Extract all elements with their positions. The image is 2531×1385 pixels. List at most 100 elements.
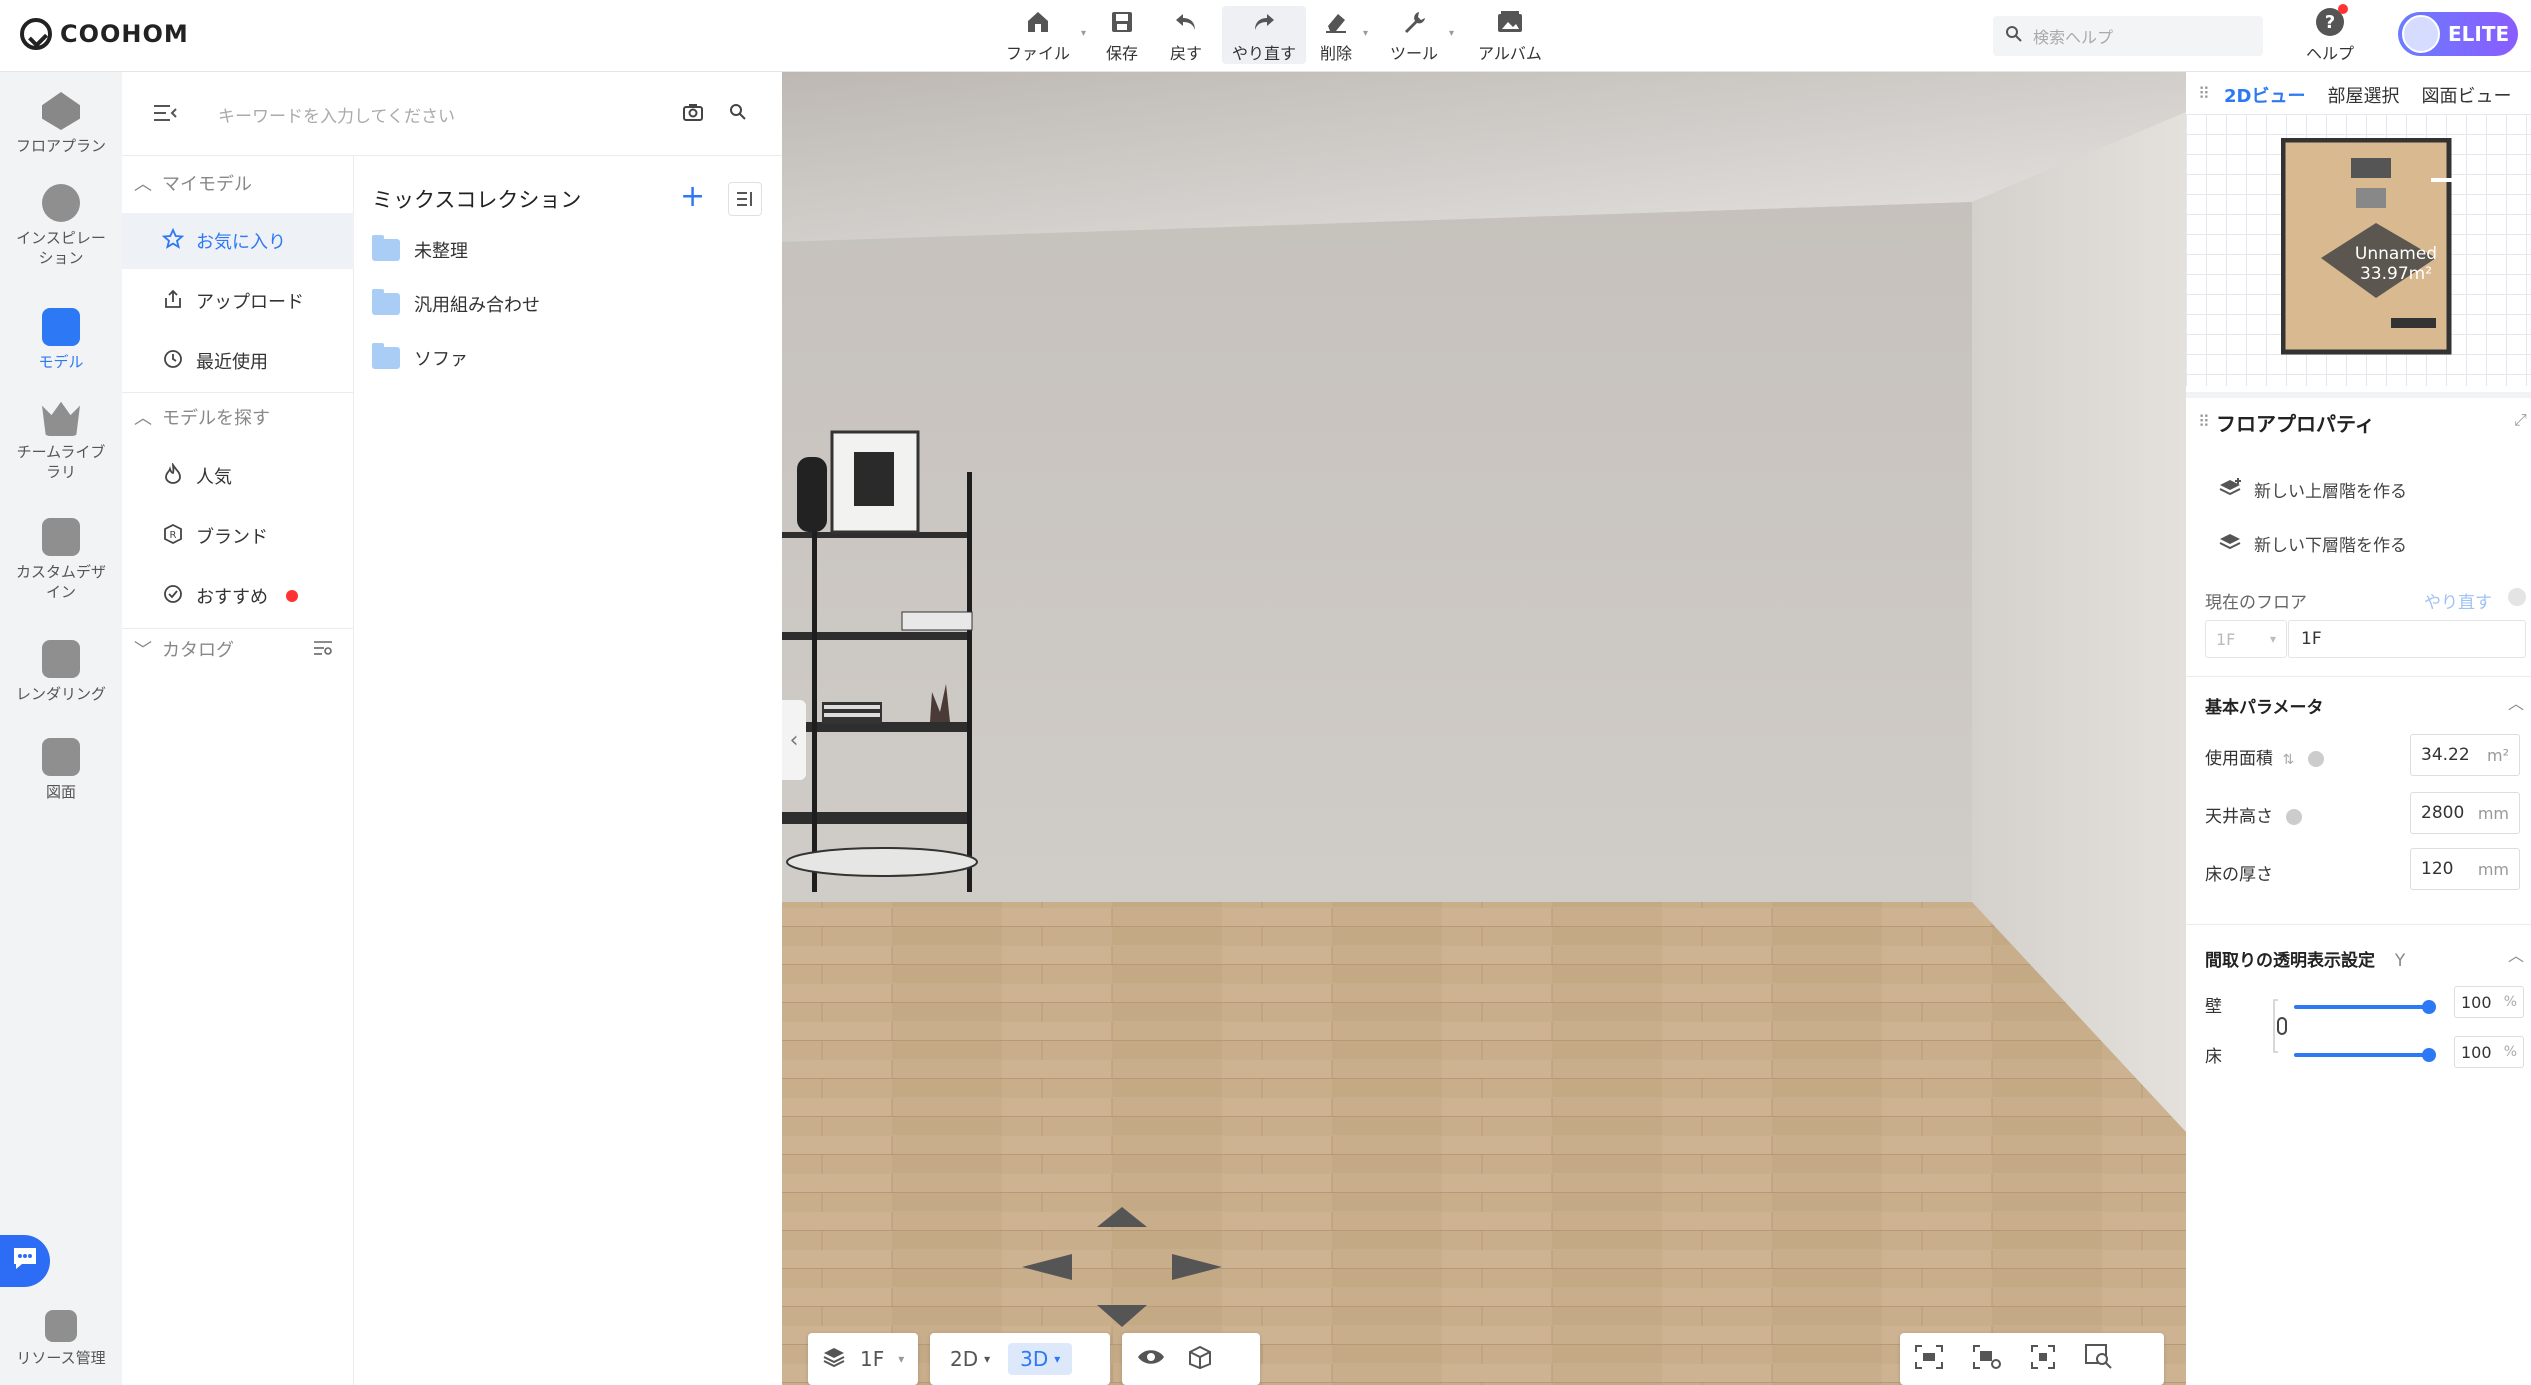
floor-selector[interactable]: 1F ▾: [808, 1333, 918, 1385]
mode-2d-button[interactable]: 2D ▾: [938, 1343, 1002, 1375]
camera-search-icon[interactable]: [682, 102, 704, 126]
tab-2d-view[interactable]: 2Dビュー: [2224, 82, 2305, 108]
sort-toggle-icon[interactable]: ⇅: [2282, 752, 2294, 768]
category-brand[interactable]: R ブランド: [122, 508, 354, 564]
area-input[interactable]: 34.22 m²: [2410, 734, 2520, 776]
folder-item[interactable]: 汎用組み合わせ: [372, 284, 540, 324]
minimap-canvas[interactable]: Unnamed 33.97m²: [2186, 114, 2531, 386]
tools-menu-button[interactable]: ツール ▾: [1380, 6, 1454, 64]
info-icon[interactable]: [2508, 588, 2526, 606]
nav-team-library-label: チームライブ ラリ: [16, 443, 106, 481]
nav-drawing[interactable]: 図面: [0, 738, 122, 802]
minimap-room-label[interactable]: Unnamed 33.97m²: [2331, 244, 2461, 284]
divider: [2186, 676, 2531, 677]
account-badge[interactable]: ELITE: [2398, 12, 2518, 56]
collapse-section-button[interactable]: ︿: [2508, 690, 2524, 714]
catalog-header[interactable]: ﹀ カタログ: [134, 636, 234, 662]
undo-icon: [1171, 8, 1201, 36]
floor-opacity-value: 100: [2461, 1042, 2492, 1062]
file-menu-button[interactable]: ファイル ▾: [996, 6, 1086, 64]
floor-select[interactable]: 1F ▾: [2205, 620, 2287, 658]
floor-name-input[interactable]: 1F: [2288, 620, 2526, 658]
delete-button[interactable]: 削除 ▾: [1310, 6, 1368, 64]
my-models-header[interactable]: ︿ マイモデル: [134, 170, 252, 196]
folder-item[interactable]: ソファ: [372, 338, 468, 378]
mode-3d-button[interactable]: 3D ▾: [1008, 1343, 1073, 1375]
tab-room-select[interactable]: 部屋選択: [2327, 82, 2399, 108]
sort-icon: [737, 192, 752, 206]
expand-icon[interactable]: ⤢: [2514, 410, 2527, 430]
find-models-label: モデルを探す: [162, 408, 270, 429]
info-icon[interactable]: [2307, 751, 2324, 767]
sort-list-button[interactable]: [728, 182, 762, 216]
transparency-title: 間取りの透明表示設定 Y: [2205, 946, 2405, 971]
category-popular[interactable]: 人気: [122, 448, 354, 504]
nav-rendering[interactable]: レンダリング: [0, 640, 122, 704]
category-favorites[interactable]: お気に入り: [122, 213, 354, 269]
collapse-panel-icon[interactable]: [152, 102, 178, 128]
nav-model[interactable]: モデル: [0, 308, 122, 372]
search-icon[interactable]: [728, 102, 748, 126]
model-search-input[interactable]: キーワードを入力してください: [218, 102, 455, 127]
ceiling-height-input[interactable]: 2800 mm: [2410, 792, 2520, 834]
category-recommended[interactable]: おすすめ: [122, 568, 354, 624]
link-sliders-toggle[interactable]: [2272, 992, 2294, 1060]
area-value: 34.22: [2421, 745, 2470, 765]
save-icon: [1107, 8, 1137, 36]
wall-slider-handle[interactable]: [2422, 1000, 2436, 1014]
wall-opacity-input[interactable]: 100 %: [2454, 986, 2524, 1018]
camera-navigation-arrows[interactable]: [1012, 1197, 1232, 1337]
new-lower-floor-button[interactable]: 新しい下層階を作る: [2218, 530, 2407, 557]
link-icon: [2273, 999, 2287, 1053]
category-upload[interactable]: アップロード: [122, 273, 354, 329]
flame-icon: [162, 461, 184, 490]
wrench-icon: [1399, 8, 1429, 36]
album-button[interactable]: アルバム: [1468, 6, 1552, 64]
folder-item[interactable]: 未整理: [372, 230, 468, 270]
chat-button[interactable]: [0, 1235, 50, 1287]
tab-drawing-view[interactable]: 図面ビュー: [2421, 82, 2511, 108]
cube-icon: [1189, 1345, 1211, 1369]
floor-opacity-slider[interactable]: [2294, 1048, 2436, 1062]
nav-floorplan[interactable]: フロアプラン: [0, 92, 122, 156]
album-icon: [1495, 8, 1525, 36]
new-upper-floor-label: 新しい上層階を作る: [2254, 482, 2407, 502]
box-view-button[interactable]: [1186, 1344, 1214, 1375]
redo-button[interactable]: やり直す: [1222, 6, 1307, 64]
fit-view-button[interactable]: [1914, 1344, 1944, 1375]
catalog-filter-icon[interactable]: [312, 638, 334, 662]
info-icon[interactable]: [2286, 809, 2303, 825]
visibility-button[interactable]: [1136, 1347, 1166, 1372]
nav-custom-design[interactable]: カスタムデザ イン: [0, 518, 122, 602]
nav-inspiration[interactable]: インスピレー ション: [0, 184, 122, 268]
focus-button[interactable]: [2030, 1344, 2056, 1375]
floor-slider-handle[interactable]: [2422, 1048, 2436, 1062]
mode-3d-label: 3D: [1020, 1347, 1049, 1371]
nav-resource-management[interactable]: リソース管理: [0, 1310, 122, 1368]
drag-handle-icon[interactable]: ⠿: [2198, 412, 2210, 431]
drag-handle-icon[interactable]: ⠿: [2198, 84, 2210, 103]
folder-label: 未整理: [414, 241, 468, 262]
floor-thickness-input[interactable]: 120 mm: [2410, 848, 2520, 890]
nav-team-library[interactable]: チームライブ ラリ: [0, 398, 122, 482]
help-button[interactable]: ? ヘルプ: [2300, 4, 2360, 64]
wall-opacity-slider[interactable]: [2294, 1000, 2436, 1014]
find-models-header[interactable]: ︿ モデルを探す: [134, 404, 270, 430]
save-button[interactable]: 保存: [1096, 6, 1148, 64]
collapse-section-button[interactable]: ︿: [2508, 942, 2524, 966]
redo-link[interactable]: やり直す: [2424, 588, 2492, 613]
app-logo[interactable]: COOHOM: [20, 14, 189, 54]
zoom-region-button[interactable]: [2084, 1343, 2114, 1376]
chevron-up-icon: ︿: [134, 408, 152, 429]
category-recent[interactable]: 最近使用: [122, 333, 354, 389]
3d-viewport[interactable]: [782, 72, 2186, 1385]
add-folder-button[interactable]: +: [680, 182, 705, 212]
collapse-panel-handle[interactable]: ‹: [782, 700, 806, 780]
new-upper-floor-button[interactable]: 新しい上層階を作る: [2218, 476, 2407, 503]
camera-settings-button[interactable]: [1972, 1344, 2002, 1375]
arrow-down-icon: [1097, 1305, 1147, 1327]
undo-button[interactable]: 戻す: [1160, 6, 1212, 64]
divider: [2186, 924, 2531, 925]
help-search-input[interactable]: 検索ヘルプ: [1993, 16, 2263, 56]
floor-opacity-input[interactable]: 100 %: [2454, 1036, 2524, 1068]
